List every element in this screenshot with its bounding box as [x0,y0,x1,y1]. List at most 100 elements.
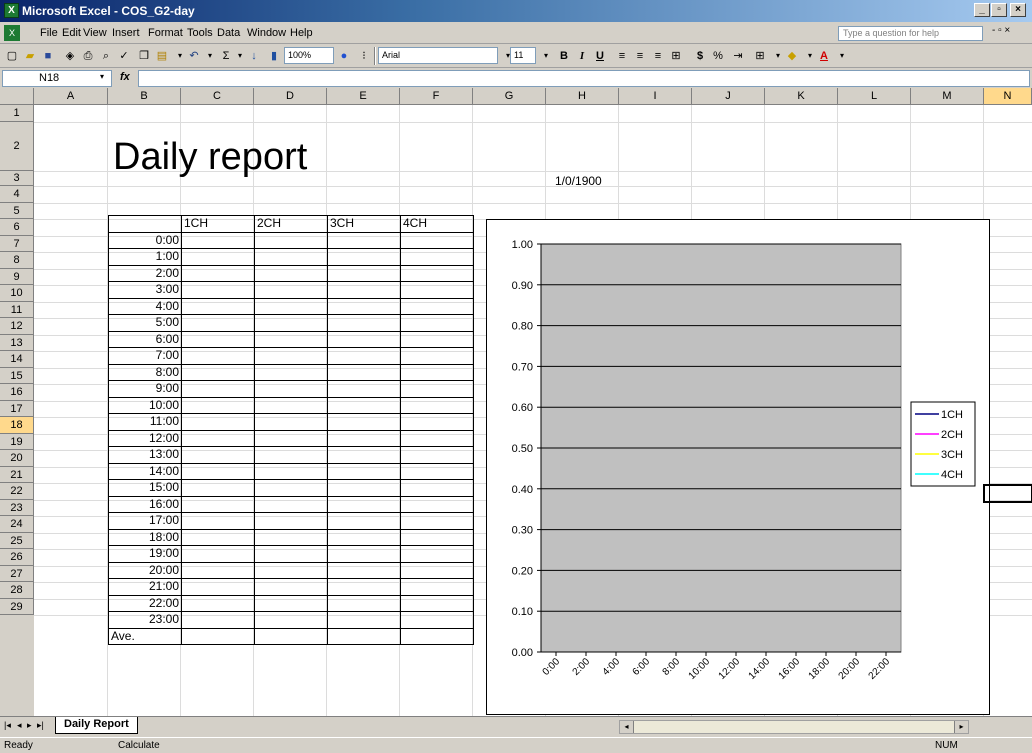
menu-insert[interactable]: Insert [112,27,140,39]
value-cell[interactable] [327,594,401,612]
value-cell[interactable] [254,248,328,266]
value-cell[interactable] [327,248,401,266]
value-cell[interactable] [327,380,401,398]
value-cell[interactable] [400,611,474,629]
row-header-6[interactable]: 6 [0,219,34,236]
time-cell[interactable]: 18:00 [108,528,182,546]
header-blank-cell[interactable] [108,215,182,233]
value-cell[interactable] [181,314,255,332]
font-name-select[interactable]: Arial [378,47,498,64]
value-cell[interactable] [181,429,255,447]
value-cell[interactable] [181,479,255,497]
value-cell[interactable] [181,231,255,249]
row-header-24[interactable]: 24 [0,516,34,533]
row-header-8[interactable]: 8 [0,252,34,269]
value-cell[interactable] [400,413,474,431]
value-cell[interactable] [400,297,474,315]
row-header-21[interactable]: 21 [0,466,34,483]
time-cell[interactable]: 9:00 [108,380,182,398]
help-icon[interactable]: ● [336,48,352,64]
italic-button[interactable]: I [574,48,590,64]
col-header-a[interactable]: A [34,88,108,105]
row-header-16[interactable]: 16 [0,384,34,401]
value-cell[interactable] [181,413,255,431]
prev-sheet-icon[interactable]: ◂ [17,720,22,731]
fill-color-icon[interactable]: ◆ [784,48,800,64]
time-cell[interactable]: 6:00 [108,330,182,348]
font-size-select[interactable]: 11 [510,47,536,64]
value-cell[interactable] [400,512,474,530]
value-cell[interactable] [327,297,401,315]
row-header-22[interactable]: 22 [0,483,34,500]
value-cell[interactable] [400,578,474,596]
col-header-e[interactable]: E [327,88,400,105]
time-cell[interactable]: 12:00 [108,429,182,447]
open-icon[interactable]: ▰ [22,48,38,64]
time-cell[interactable]: 16:00 [108,495,182,513]
time-cell[interactable]: 5:00 [108,314,182,332]
row-header-26[interactable]: 26 [0,549,34,566]
value-cell[interactable] [254,545,328,563]
selected-cell[interactable] [983,484,1032,503]
col-header-h[interactable]: H [546,88,619,105]
value-cell[interactable] [400,380,474,398]
row-header-3[interactable]: 3 [0,171,34,186]
value-cell[interactable] [254,413,328,431]
underline-button[interactable]: U [592,48,608,64]
value-cell[interactable] [181,396,255,414]
copy-icon[interactable]: ❐ [136,48,152,64]
value-cell[interactable] [181,528,255,546]
average-label-cell[interactable]: Ave. [108,627,182,645]
value-cell[interactable] [327,512,401,530]
value-cell[interactable] [254,314,328,332]
value-cell[interactable] [254,495,328,513]
value-cell[interactable] [181,264,255,282]
value-cell[interactable] [327,611,401,629]
indent-icon[interactable]: ⇥ [730,48,746,64]
scroll-left-icon[interactable]: ◂ [620,721,634,733]
average-value-cell[interactable] [327,627,401,645]
col-header-g[interactable]: G [473,88,546,105]
value-cell[interactable] [181,594,255,612]
value-cell[interactable] [254,578,328,596]
value-cell[interactable] [254,462,328,480]
value-cell[interactable] [327,396,401,414]
col-header-j[interactable]: J [692,88,765,105]
time-cell[interactable]: 10:00 [108,396,182,414]
insert-function-icon[interactable]: fx [120,71,130,83]
paste-icon[interactable]: ▤ [154,48,170,64]
last-sheet-icon[interactable]: ▸| [37,720,44,731]
undo-dropdown-icon[interactable]: ▾ [202,48,218,64]
spreadsheet-grid[interactable]: A B C D E F G H I J K L M N 1 2 3 4 5 6 7 8 9 10 1… [0,88,1032,716]
value-cell[interactable] [254,561,328,579]
value-cell[interactable] [327,495,401,513]
row-header-1[interactable]: 1 [0,105,34,122]
time-cell[interactable]: 22:00 [108,594,182,612]
channel-header-cell[interactable]: 4CH [400,215,474,233]
time-cell[interactable]: 20:00 [108,561,182,579]
value-cell[interactable] [400,396,474,414]
value-cell[interactable] [400,429,474,447]
row-header-2[interactable]: 2 [0,122,34,171]
value-cell[interactable] [181,297,255,315]
value-cell[interactable] [181,380,255,398]
align-right-icon[interactable]: ≡ [650,48,666,64]
value-cell[interactable] [327,561,401,579]
col-header-n[interactable]: N [984,88,1032,105]
time-cell[interactable]: 2:00 [108,264,182,282]
save-icon[interactable]: ■ [40,48,56,64]
col-header-b[interactable]: B [108,88,181,105]
value-cell[interactable] [400,330,474,348]
time-cell[interactable]: 0:00 [108,231,182,249]
scroll-right-icon[interactable]: ▸ [954,721,968,733]
row-header-11[interactable]: 11 [0,301,34,318]
menu-tools[interactable]: Tools [187,27,213,39]
borders-icon[interactable]: ⊞ [752,48,768,64]
undo-icon[interactable]: ↶ [186,48,202,64]
font-size-dropdown-icon[interactable]: ▾ [538,48,554,64]
name-box[interactable]: N18 [2,70,112,87]
time-cell[interactable]: 15:00 [108,479,182,497]
align-left-icon[interactable]: ≡ [614,48,630,64]
value-cell[interactable] [400,594,474,612]
col-header-k[interactable]: K [765,88,838,105]
